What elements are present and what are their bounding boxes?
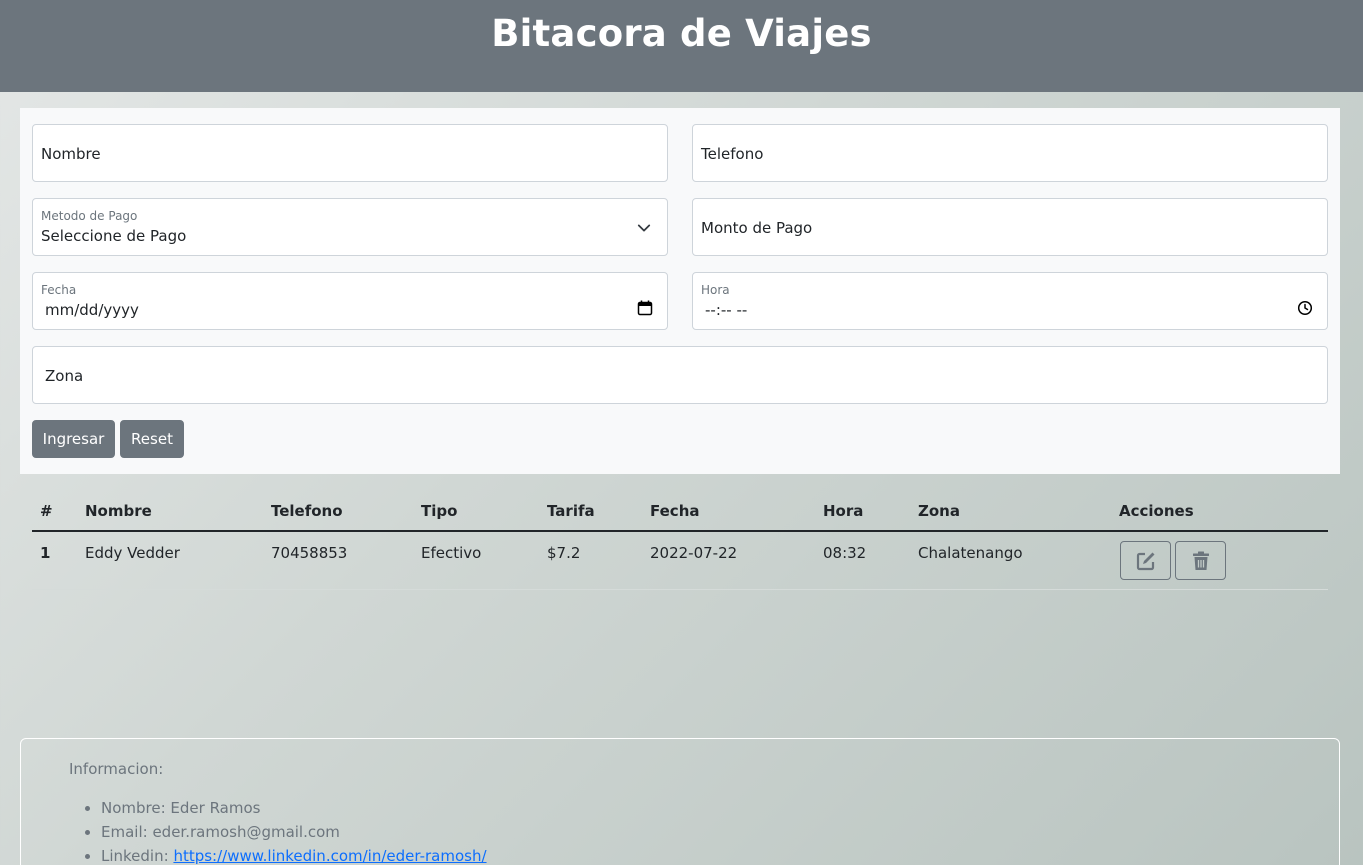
fecha-value: mm/dd/yyyy <box>45 301 139 319</box>
col-header-telefono: Telefono <box>271 502 343 520</box>
nombre-placeholder: Nombre <box>41 145 101 163</box>
row-divider <box>32 589 1328 590</box>
col-header-number: # <box>40 502 53 520</box>
hora-label: Hora <box>701 283 730 297</box>
monto-pago-input[interactable]: Monto de Pago <box>692 198 1328 256</box>
col-header-zona: Zona <box>918 502 960 520</box>
zona-input[interactable]: Zona <box>32 346 1328 404</box>
delete-button[interactable] <box>1175 541 1226 580</box>
cell-tarifa: $7.2 <box>547 544 581 562</box>
metodo-pago-label: Metodo de Pago <box>41 209 138 223</box>
cell-hora: 08:32 <box>823 544 867 562</box>
info-email: Email: eder.ramosh@gmail.com <box>101 823 487 847</box>
reset-button[interactable]: Reset <box>120 420 184 458</box>
col-header-fecha: Fecha <box>650 502 700 520</box>
col-header-hora: Hora <box>823 502 864 520</box>
info-title: Informacion: <box>69 760 164 778</box>
info-list: Nombre: Eder Ramos Email: eder.ramosh@gm… <box>101 799 487 865</box>
cell-fecha: 2022-07-22 <box>650 544 738 562</box>
col-header-tipo: Tipo <box>421 502 458 520</box>
clock-icon[interactable] <box>1297 300 1313 316</box>
info-linkedin: Linkedin: https://www.linkedin.com/in/ed… <box>101 847 487 865</box>
col-header-tarifa: Tarifa <box>547 502 595 520</box>
cell-tipo: Efectivo <box>421 544 482 562</box>
cell-zona: Chalatenango <box>918 544 1023 562</box>
metodo-pago-value: Seleccione de Pago <box>41 227 187 245</box>
cell-telefono: 70458853 <box>271 544 348 562</box>
zona-placeholder: Zona <box>45 367 84 385</box>
trip-form: Nombre Telefono Metodo de Pago Seleccion… <box>20 108 1340 474</box>
ingresar-button[interactable]: Ingresar <box>32 420 115 458</box>
edit-button[interactable] <box>1120 541 1171 580</box>
info-nombre: Nombre: Eder Ramos <box>101 799 487 823</box>
hora-input[interactable]: Hora --:-- -- <box>692 272 1328 330</box>
hora-value: --:-- -- <box>705 301 748 319</box>
info-footer: Informacion: Nombre: Eder Ramos Email: e… <box>20 738 1340 865</box>
edit-icon <box>1136 552 1154 570</box>
col-header-acciones: Acciones <box>1119 502 1194 520</box>
page-title: Bitacora de Viajes <box>491 12 872 55</box>
fecha-input[interactable]: Fecha mm/dd/yyyy <box>32 272 668 330</box>
monto-placeholder: Monto de Pago <box>701 219 813 237</box>
nombre-input[interactable]: Nombre <box>32 124 668 182</box>
telefono-input[interactable]: Telefono <box>692 124 1328 182</box>
cell-nombre: Eddy Vedder <box>85 544 180 562</box>
chevron-down-icon <box>637 224 651 232</box>
col-header-nombre: Nombre <box>85 502 152 520</box>
trash-icon <box>1192 551 1209 570</box>
cell-number: 1 <box>40 544 51 562</box>
calendar-icon[interactable] <box>637 300 653 316</box>
metodo-pago-select[interactable]: Metodo de Pago Seleccione de Pago <box>32 198 668 256</box>
page-header: Bitacora de Viajes <box>0 0 1363 92</box>
telefono-placeholder: Telefono <box>701 145 764 163</box>
fecha-label: Fecha <box>41 283 77 297</box>
header-divider <box>32 530 1328 532</box>
info-linkedin-label: Linkedin: <box>101 847 174 865</box>
linkedin-link[interactable]: https://www.linkedin.com/in/eder-ramosh/ <box>173 847 486 865</box>
